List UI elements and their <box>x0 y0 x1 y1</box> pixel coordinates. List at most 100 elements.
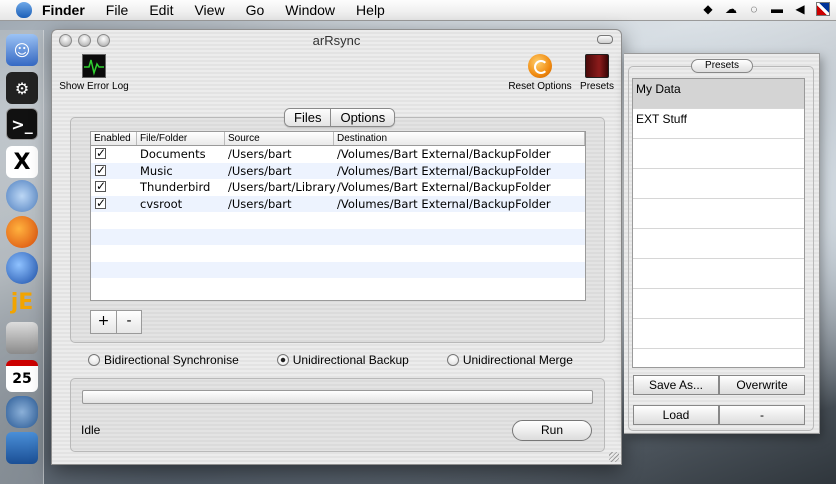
minimize-button[interactable] <box>78 34 91 47</box>
terminal-dock-icon[interactable]: >_ <box>6 108 38 140</box>
destination-cell: /Volumes/Bart External/BackupFolder <box>337 196 551 211</box>
delete-preset-button[interactable]: - <box>719 405 805 425</box>
presets-button[interactable]: Presets <box>577 54 617 92</box>
source-cell: /Users/bart <box>228 147 292 161</box>
column-header-source[interactable]: Source <box>225 132 334 145</box>
finder-dock-icon[interactable]: ☺ <box>6 34 38 66</box>
empty-list-item <box>633 259 804 289</box>
presets-book-icon <box>585 54 609 78</box>
reset-options-label: Reset Options <box>508 81 572 92</box>
presets-label: Presets <box>580 81 614 92</box>
menu-window[interactable]: Window <box>285 2 335 18</box>
resize-grip-icon[interactable] <box>609 452 619 462</box>
radio-unidirectional-backup[interactable]: Unidirectional Backup <box>276 353 409 367</box>
zoom-button[interactable] <box>97 34 110 47</box>
list-item[interactable]: EXT Stuff <box>633 109 804 139</box>
status-text: Idle <box>81 423 101 437</box>
menu-edit[interactable]: Edit <box>149 2 173 18</box>
table-row[interactable]: ✓ Documents /Users/bart /Volumes/Bart Ex… <box>91 146 585 163</box>
enabled-checkbox[interactable]: ✓ <box>95 164 106 176</box>
radio-label: Bidirectional Synchronise <box>104 353 239 367</box>
window-titlebar[interactable]: arRsync <box>52 30 621 52</box>
tab-bar: Files Options <box>284 108 396 127</box>
remove-row-button[interactable]: - <box>116 311 141 333</box>
save-as-button[interactable]: Save As... <box>633 375 719 395</box>
enabled-checkbox[interactable]: ✓ <box>95 147 106 159</box>
table-row[interactable]: ✓ cvsroot /Users/bart /Volumes/Bart Exte… <box>91 195 585 212</box>
close-button[interactable] <box>59 34 72 47</box>
file-folder-cell: Music <box>140 163 173 178</box>
load-button[interactable]: Load <box>633 405 719 425</box>
empty-row <box>91 261 585 278</box>
table-header: Enabled File/Folder Source Destination <box>91 132 585 146</box>
run-button[interactable]: Run <box>512 420 592 441</box>
empty-list-item <box>633 199 804 229</box>
input-flag-icon[interactable] <box>816 2 830 16</box>
show-error-log-button[interactable]: Show Error Log <box>59 54 129 92</box>
radio-button[interactable] <box>88 354 100 366</box>
tab-files[interactable]: Files <box>285 109 332 126</box>
sync-clock-icon[interactable]: ◌ <box>747 2 761 16</box>
ical-dock-icon[interactable]: 25 <box>6 360 38 392</box>
toolbar-toggle-button[interactable] <box>597 35 613 44</box>
menu-finder[interactable]: Finder <box>42 2 85 18</box>
x11-dock-icon[interactable]: X <box>6 146 38 178</box>
apple-menu-icon[interactable] <box>16 2 32 18</box>
sync-icon[interactable]: ☁ <box>724 2 738 16</box>
window-title: arRsync <box>312 33 361 48</box>
overwrite-button[interactable]: Overwrite <box>719 375 805 395</box>
column-header-enabled[interactable]: Enabled <box>91 132 137 145</box>
empty-list-item <box>633 139 804 169</box>
destination-cell: /Volumes/Bart External/BackupFolder <box>337 147 551 161</box>
empty-row <box>91 278 585 295</box>
source-cell: /Users/bart <box>228 196 292 211</box>
enabled-checkbox[interactable]: ✓ <box>95 180 106 192</box>
menu-file[interactable]: File <box>106 2 129 18</box>
progress-bar <box>82 390 593 404</box>
tab-options[interactable]: Options <box>331 109 395 126</box>
radio-button[interactable] <box>446 354 459 366</box>
disk-dock-icon[interactable] <box>6 322 38 354</box>
list-item[interactable]: My Data <box>633 79 804 109</box>
radio-button-selected[interactable] <box>276 354 289 366</box>
column-header-destination[interactable]: Destination <box>334 132 585 145</box>
empty-list-item <box>633 229 804 259</box>
sync-mode-group: Bidirectional Synchronise Unidirectional… <box>88 353 611 367</box>
reset-options-button[interactable]: Reset Options <box>507 54 573 92</box>
enabled-checkbox[interactable]: ✓ <box>95 197 106 209</box>
arrsync-window: arRsync Show Error Log Reset Options Pre… <box>51 29 622 465</box>
app-dock-icon[interactable] <box>6 432 38 464</box>
source-cell: /Users/bart <box>228 163 292 178</box>
add-row-button[interactable]: + <box>91 311 116 333</box>
alien-icon[interactable]: ◆ <box>701 2 715 16</box>
table-row[interactable]: ✓ Thunderbird /Users/bart/Library /Volum… <box>91 179 585 196</box>
empty-list-item <box>633 169 804 199</box>
error-log-icon <box>82 54 106 78</box>
file-folder-cell: cvsroot <box>140 196 183 211</box>
file-folder-cell: Thunderbird <box>140 180 211 194</box>
menu-help[interactable]: Help <box>356 2 385 18</box>
firefox-dock-icon[interactable] <box>6 216 38 248</box>
display-icon[interactable]: ▬ <box>770 2 784 16</box>
postgres-dock-icon[interactable] <box>6 396 38 428</box>
menu-view[interactable]: View <box>194 2 224 18</box>
volume-icon[interactable]: ◀ <box>793 2 807 16</box>
table-row[interactable]: ✓ Music /Users/bart /Volumes/Bart Extern… <box>91 162 585 179</box>
network-dock-icon[interactable] <box>6 180 38 212</box>
presets-list[interactable]: My Data EXT Stuff <box>632 78 805 368</box>
table-body: ✓ Documents /Users/bart /Volumes/Bart Ex… <box>91 146 585 295</box>
source-cell: /Users/bart/Library <box>228 180 336 194</box>
column-header-file-folder[interactable]: File/Folder <box>137 132 225 145</box>
presets-group-title: Presets <box>691 59 753 73</box>
file-folder-cell: Documents <box>140 147 206 161</box>
radio-bidirectional[interactable]: Bidirectional Synchronise <box>88 353 239 367</box>
reset-icon <box>528 54 552 78</box>
jedit-dock-icon[interactable]: jE <box>6 286 38 318</box>
radio-label: Unidirectional Backup <box>292 353 409 367</box>
files-table[interactable]: Enabled File/Folder Source Destination ✓… <box>90 131 586 301</box>
monitor-dock-icon[interactable]: ⚙ <box>6 72 38 104</box>
thunderbird-dock-icon[interactable] <box>6 252 38 284</box>
menu-go[interactable]: Go <box>246 2 265 18</box>
empty-list-item <box>633 349 804 367</box>
radio-unidirectional-merge[interactable]: Unidirectional Merge <box>446 353 573 367</box>
